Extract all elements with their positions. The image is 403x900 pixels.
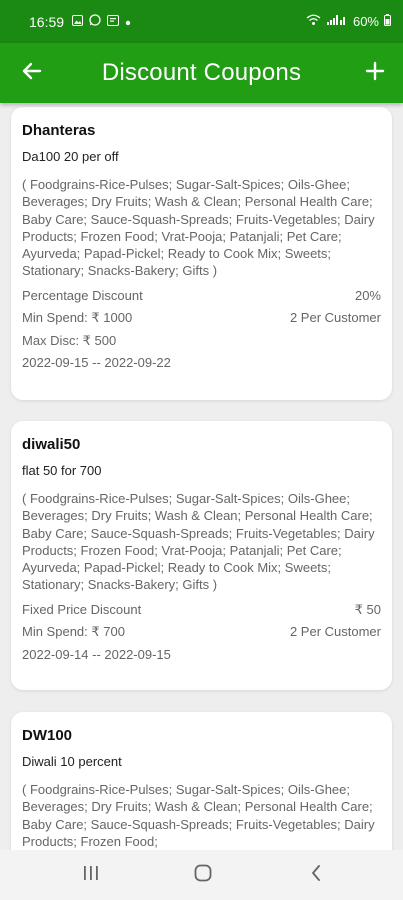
max-discount: Max Disc: ₹ 500	[22, 332, 117, 348]
coupon-dates: 2022-09-15 -- 2022-09-22	[22, 355, 171, 371]
wifi-icon	[306, 14, 321, 29]
coupon-description: Diwali 10 percent	[22, 754, 122, 769]
recent-apps-button[interactable]	[79, 863, 103, 887]
status-time: 16:59	[29, 13, 65, 30]
discount-type: Fixed Price Discount	[22, 601, 142, 617]
back-icon	[309, 864, 323, 887]
coupon-details: Fixed Price Discount ₹ 50 Min Spend: ₹ 7…	[22, 599, 381, 667]
dot-icon	[125, 14, 131, 29]
coupon-description: Da100 20 per off	[22, 149, 119, 164]
status-bar: 16:59 60%	[0, 0, 403, 43]
discount-value: ₹ 50	[354, 601, 381, 617]
coupon-dates: 2022-09-14 -- 2022-09-15	[22, 646, 171, 662]
coupon-description: flat 50 for 700	[22, 463, 102, 478]
coupon-card[interactable]: DW100 Diwali 10 percent ( Foodgrains-Ric…	[11, 712, 392, 850]
message-icon	[107, 14, 120, 29]
coupon-code: Dhanteras	[22, 122, 96, 139]
signal-icon	[326, 14, 348, 29]
app-bar: Discount Coupons	[0, 43, 403, 103]
min-spend: Min Spend: ₹ 700	[22, 624, 125, 640]
status-bar-left: 16:59	[29, 14, 131, 30]
coupon-card[interactable]: Dhanteras Da100 20 per off ( Foodgrains-…	[11, 107, 392, 400]
coupon-date-row: 2022-09-15 -- 2022-09-22	[22, 352, 381, 375]
coupon-categories: ( Foodgrains-Rice-Pulses; Sugar-Salt-Spi…	[22, 491, 375, 593]
per-customer-limit: 2 Per Customer	[289, 310, 381, 326]
home-icon	[193, 863, 213, 888]
gallery-icon	[72, 14, 84, 29]
system-nav-bar	[0, 850, 403, 900]
per-customer-limit: 2 Per Customer	[289, 624, 381, 640]
coupon-card[interactable]: diwali50 flat 50 for 700 ( Foodgrains-Ri…	[11, 421, 392, 690]
coupon-max-row: Max Disc: ₹ 500	[22, 330, 381, 353]
home-button[interactable]	[191, 863, 215, 887]
coupon-code: diwali50	[22, 436, 81, 453]
coupon-details: Percentage Discount 20% Min Spend: ₹ 100…	[22, 285, 381, 375]
plus-icon	[365, 61, 385, 86]
coupon-categories: ( Foodgrains-Rice-Pulses; Sugar-Salt-Spi…	[22, 177, 375, 279]
coupon-spend-row: Min Spend: ₹ 700 2 Per Customer	[22, 621, 381, 644]
recent-apps-icon	[82, 865, 100, 886]
coupon-type-row: Fixed Price Discount ₹ 50	[22, 599, 381, 622]
coupon-categories: ( Foodgrains-Rice-Pulses; Sugar-Salt-Spi…	[22, 782, 375, 849]
coupon-date-row: 2022-09-14 -- 2022-09-15	[22, 644, 381, 667]
battery-text: 60%	[352, 14, 379, 29]
coupon-code: DW100	[22, 727, 73, 744]
coupon-spend-row: Min Spend: ₹ 1000 2 Per Customer	[22, 307, 381, 330]
discount-type: Percentage Discount	[22, 287, 143, 303]
page-title: Discount Coupons	[101, 59, 302, 86]
status-bar-right: 60%	[306, 14, 391, 29]
whatsapp-icon	[89, 14, 101, 29]
nav-back-button[interactable]	[304, 863, 328, 887]
min-spend: Min Spend: ₹ 1000	[22, 310, 133, 326]
add-coupon-button[interactable]	[361, 59, 389, 87]
battery-icon	[384, 14, 391, 29]
coupon-type-row: Percentage Discount 20%	[22, 285, 381, 308]
coupon-list[interactable]: Dhanteras Da100 20 per off ( Foodgrains-…	[0, 103, 403, 850]
discount-value: 20%	[354, 287, 381, 303]
